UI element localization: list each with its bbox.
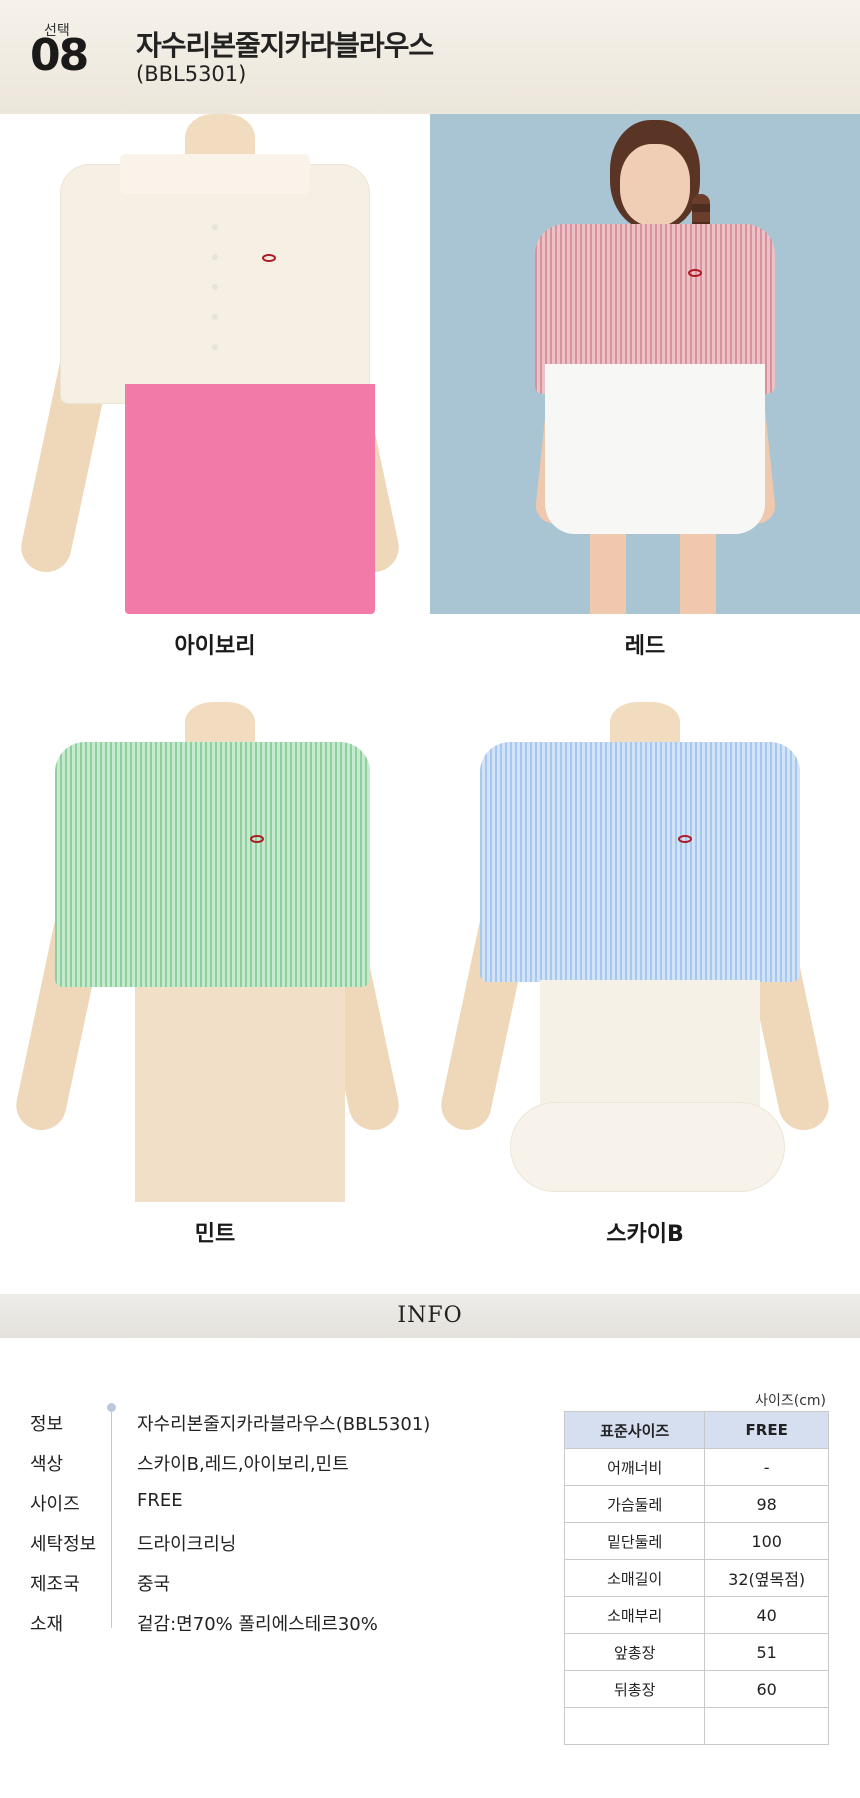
info-row: 사이즈 FREE bbox=[30, 1486, 510, 1526]
size-row-name: 뒤총장 bbox=[563, 1670, 706, 1708]
info-value: 중국 bbox=[137, 1574, 171, 1595]
info-row: 정보 자수리본줄지카라블라우스(BBL5301) bbox=[30, 1406, 510, 1446]
size-row-value: 32(옆목점) bbox=[704, 1559, 829, 1597]
product-info-list: 정보 자수리본줄지카라블라우스(BBL5301) 색상 스카이B,레드,아이보리… bbox=[30, 1406, 510, 1646]
table-row: 밑단둘레 100 bbox=[563, 1522, 829, 1560]
size-row-value: 98 bbox=[704, 1485, 829, 1523]
info-key: 세탁정보 bbox=[30, 1534, 97, 1555]
size-row-name: 앞총장 bbox=[563, 1633, 706, 1671]
size-row-value: 40 bbox=[704, 1596, 829, 1634]
size-row-name bbox=[563, 1707, 706, 1745]
product-image-mint[interactable] bbox=[0, 702, 430, 1202]
size-row-value: - bbox=[704, 1448, 829, 1486]
bow-embroidery-icon bbox=[262, 254, 276, 262]
info-banner: INFO bbox=[0, 1294, 860, 1338]
info-key: 사이즈 bbox=[30, 1494, 80, 1515]
info-value: FREE bbox=[137, 1490, 183, 1511]
table-row: 뒤총장 60 bbox=[563, 1670, 829, 1708]
info-row: 세탁정보 드라이크리닝 bbox=[30, 1526, 510, 1566]
size-table: 표준사이즈 FREE 어깨너비 - 가슴둘레 98 밑단둘레 100 소매길이 … bbox=[563, 1411, 829, 1745]
table-row: 소매부리 40 bbox=[563, 1596, 829, 1634]
bow-embroidery-icon bbox=[250, 835, 264, 843]
info-value: 겉감:면70% 폴리에스테르30% bbox=[137, 1614, 378, 1635]
size-unit-label: 사이즈(cm) bbox=[755, 1393, 826, 1409]
product-header: 선택 08 자수리본줄지카라블라우스 (BBL5301) bbox=[0, 0, 860, 114]
table-row: 소매길이 32(옆목점) bbox=[563, 1559, 829, 1597]
info-title: INFO bbox=[397, 1303, 463, 1328]
size-table-header: 표준사이즈 FREE bbox=[563, 1411, 829, 1449]
size-header-standard: 표준사이즈 bbox=[563, 1411, 706, 1449]
info-key: 색상 bbox=[30, 1454, 64, 1475]
product-image-red[interactable] bbox=[430, 114, 860, 614]
product-image-skyb[interactable] bbox=[430, 702, 860, 1202]
color-label-ivory: 아이보리 bbox=[174, 634, 256, 659]
bow-embroidery-icon bbox=[678, 835, 692, 843]
size-header-free: FREE bbox=[704, 1411, 829, 1449]
size-row-name: 소매부리 bbox=[563, 1596, 706, 1634]
bow-embroidery-icon bbox=[688, 269, 702, 277]
select-number: 08 bbox=[30, 30, 89, 81]
info-row: 색상 스카이B,레드,아이보리,민트 bbox=[30, 1446, 510, 1486]
color-label-mint: 민트 bbox=[194, 1222, 236, 1247]
info-value: 드라이크리닝 bbox=[137, 1534, 237, 1555]
size-row-value bbox=[704, 1707, 829, 1745]
info-row: 소재 겉감:면70% 폴리에스테르30% bbox=[30, 1606, 510, 1646]
size-row-name: 밑단둘레 bbox=[563, 1522, 706, 1560]
product-code: (BBL5301) bbox=[136, 62, 247, 86]
table-row bbox=[563, 1707, 829, 1745]
size-row-value: 100 bbox=[704, 1522, 829, 1560]
size-row-name: 소매길이 bbox=[563, 1559, 706, 1597]
info-value: 스카이B,레드,아이보리,민트 bbox=[137, 1454, 349, 1475]
info-key: 소재 bbox=[30, 1614, 64, 1635]
product-image-ivory[interactable] bbox=[0, 114, 430, 614]
table-row: 가슴둘레 98 bbox=[563, 1485, 829, 1523]
color-label-red: 레드 bbox=[624, 634, 666, 659]
size-row-name: 어깨너비 bbox=[563, 1448, 706, 1486]
size-row-value: 60 bbox=[704, 1670, 829, 1708]
info-value: 자수리본줄지카라블라우스(BBL5301) bbox=[137, 1414, 431, 1435]
table-row: 앞총장 51 bbox=[563, 1633, 829, 1671]
info-key: 제조국 bbox=[30, 1574, 80, 1595]
table-row: 어깨너비 - bbox=[563, 1448, 829, 1486]
product-title: 자수리본줄지카라블라우스 bbox=[136, 29, 434, 62]
info-row: 제조국 중국 bbox=[30, 1566, 510, 1606]
size-row-name: 가슴둘레 bbox=[563, 1485, 706, 1523]
size-row-value: 51 bbox=[704, 1633, 829, 1671]
color-label-skyb: 스카이B bbox=[606, 1222, 684, 1247]
info-key: 정보 bbox=[30, 1414, 64, 1435]
